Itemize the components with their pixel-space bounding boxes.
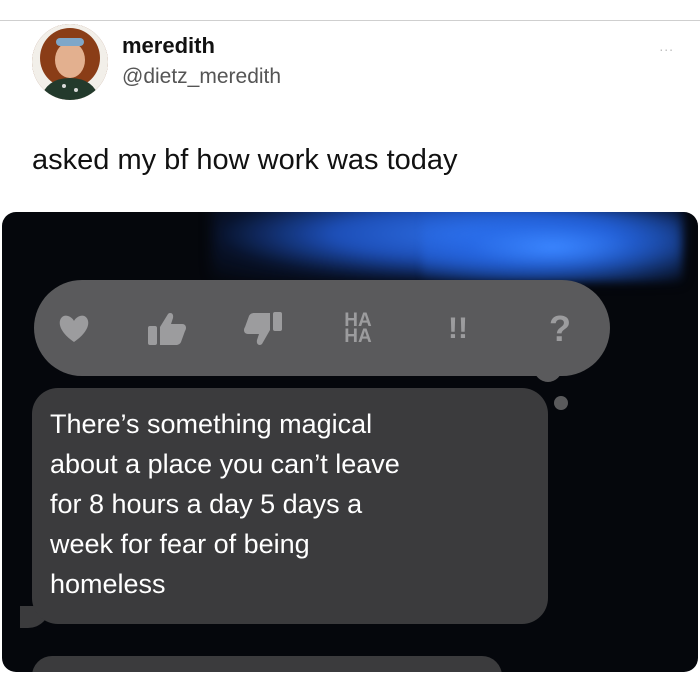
blue-glow-highlight: [422, 212, 682, 282]
message-line: about a place you can’t leave: [50, 449, 400, 479]
haha-icon[interactable]: HA HA: [326, 304, 390, 354]
tweet-text: asked my bf how work was today: [32, 144, 458, 176]
message-screenshot[interactable]: HA HA !! ? There’s something magical abo…: [2, 212, 698, 672]
tapback-tail-dot: [554, 396, 568, 410]
question-icon[interactable]: ?: [540, 304, 580, 354]
message-line: There’s something magical: [50, 409, 373, 439]
tapback-bar: [34, 280, 610, 376]
heart-icon[interactable]: [52, 304, 96, 354]
message-line: homeless: [50, 569, 166, 599]
haha-line-2: HA: [344, 326, 372, 347]
emphasize-icon[interactable]: !!: [438, 304, 478, 354]
display-name[interactable]: meredith: [122, 33, 215, 59]
more-options-icon[interactable]: ...: [659, 38, 674, 54]
message-text: There’s something magical about a place …: [50, 404, 530, 604]
message-line: for 8 hours a day 5 days a: [50, 489, 363, 519]
avatar[interactable]: [32, 24, 108, 100]
next-message-bubble: [32, 656, 502, 672]
user-handle[interactable]: @dietz_meredith: [122, 65, 281, 89]
thumbs-down-icon[interactable]: [234, 304, 290, 354]
tapback-tail: [534, 354, 562, 382]
tweet-header: meredith @dietz_meredith ...: [30, 22, 680, 108]
thumbs-up-icon[interactable]: [142, 304, 192, 354]
message-line: week for fear of being: [50, 529, 310, 559]
top-divider: [0, 0, 700, 21]
